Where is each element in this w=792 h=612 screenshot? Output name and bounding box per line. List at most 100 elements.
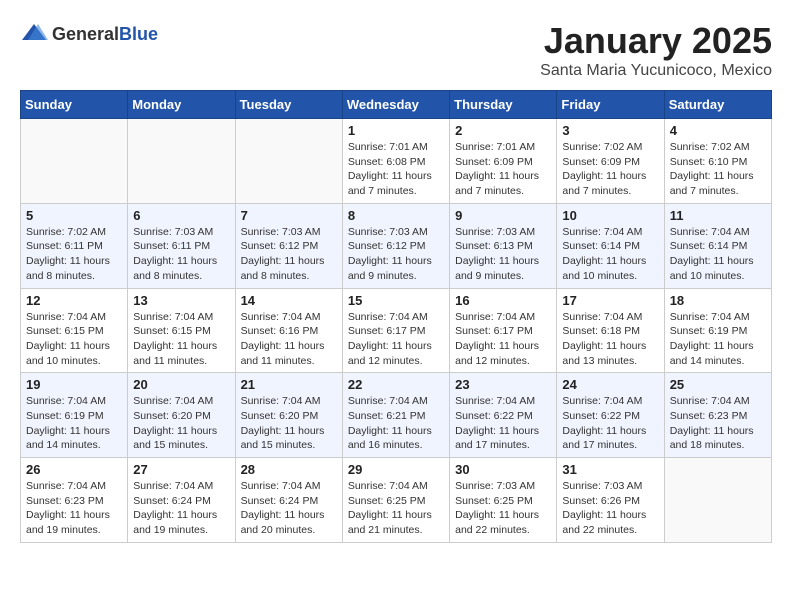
day-info: Sunrise: 7:04 AMSunset: 6:22 PMDaylight:…: [562, 394, 658, 453]
day-info: Sunrise: 7:04 AMSunset: 6:14 PMDaylight:…: [562, 225, 658, 284]
day-info: Sunrise: 7:03 AMSunset: 6:25 PMDaylight:…: [455, 479, 551, 538]
weekday-header: Tuesday: [235, 91, 342, 119]
day-info: Sunrise: 7:02 AMSunset: 6:09 PMDaylight:…: [562, 140, 658, 199]
weekday-header: Thursday: [450, 91, 557, 119]
calendar-cell: 4Sunrise: 7:02 AMSunset: 6:10 PMDaylight…: [664, 119, 771, 204]
calendar-cell: 29 Sunrise: 7:04 AMSunset: 6:25 PMDayligh…: [342, 458, 449, 543]
calendar-cell: 17 Sunrise: 7:04 AMSunset: 6:18 PMDayligh…: [557, 288, 664, 373]
day-number: 6: [133, 208, 229, 223]
day-info: Sunrise: 7:04 AMSunset: 6:24 PMDaylight:…: [133, 479, 229, 538]
day-info: Sunrise: 7:04 AMSunset: 6:17 PMDaylight:…: [348, 310, 444, 369]
day-info: Sunrise: 7:04 AMSunset: 6:20 PMDaylight:…: [241, 394, 337, 453]
calendar-cell: 14 Sunrise: 7:04 AMSunset: 6:16 PMDayligh…: [235, 288, 342, 373]
day-number: 17: [562, 293, 658, 308]
calendar-cell: 3 Sunrise: 7:02 AMSunset: 6:09 PMDaylight…: [557, 119, 664, 204]
calendar-cell: 13Sunrise: 7:04 AMSunset: 6:15 PMDayligh…: [128, 288, 235, 373]
weekday-header: Friday: [557, 91, 664, 119]
calendar-cell: 15 Sunrise: 7:04 AMSunset: 6:17 PMDayligh…: [342, 288, 449, 373]
day-info: Sunrise: 7:04 AMSunset: 6:20 PMDaylight:…: [133, 394, 229, 453]
month-title: January 2025: [540, 20, 772, 62]
day-info: Sunrise: 7:04 AMSunset: 6:21 PMDaylight:…: [348, 394, 444, 453]
logo-blue: Blue: [119, 24, 158, 44]
day-number: 28: [241, 462, 337, 477]
day-info: Sunrise: 7:04 AMSunset: 6:18 PMDaylight:…: [562, 310, 658, 369]
calendar-cell: 16 Sunrise: 7:04 AMSunset: 6:17 PMDayligh…: [450, 288, 557, 373]
day-number: 27: [133, 462, 229, 477]
day-number: 7: [241, 208, 337, 223]
day-info: Sunrise: 7:03 AMSunset: 6:13 PMDaylight:…: [455, 225, 551, 284]
calendar-cell: 21Sunrise: 7:04 AMSunset: 6:20 PMDayligh…: [235, 373, 342, 458]
day-number: 3: [562, 123, 658, 138]
calendar-cell: 27 Sunrise: 7:04 AMSunset: 6:24 PMDayligh…: [128, 458, 235, 543]
weekday-header: Sunday: [21, 91, 128, 119]
day-info: Sunrise: 7:01 AMSunset: 6:09 PMDaylight:…: [455, 140, 551, 199]
day-number: 4: [670, 123, 766, 138]
calendar-week-row: 1 Sunrise: 7:01 AMSunset: 6:08 PMDaylight…: [21, 119, 772, 204]
day-number: 18: [670, 293, 766, 308]
day-info: Sunrise: 7:04 AMSunset: 6:17 PMDaylight:…: [455, 310, 551, 369]
calendar-week-row: 5 Sunrise: 7:02 AMSunset: 6:11 PMDaylight…: [21, 203, 772, 288]
day-number: 8: [348, 208, 444, 223]
day-number: 1: [348, 123, 444, 138]
day-number: 2: [455, 123, 551, 138]
calendar-cell: 20 Sunrise: 7:04 AMSunset: 6:20 PMDayligh…: [128, 373, 235, 458]
calendar-cell: [128, 119, 235, 204]
weekday-header: Monday: [128, 91, 235, 119]
title-block: January 2025 Santa Maria Yucunicoco, Mex…: [540, 20, 772, 80]
page-header: GeneralBlue January 2025 Santa Maria Yuc…: [20, 20, 772, 80]
calendar-cell: 24 Sunrise: 7:04 AMSunset: 6:22 PMDayligh…: [557, 373, 664, 458]
day-info: Sunrise: 7:04 AMSunset: 6:25 PMDaylight:…: [348, 479, 444, 538]
day-info: Sunrise: 7:03 AMSunset: 6:12 PMDaylight:…: [241, 225, 337, 284]
calendar-cell: 26Sunrise: 7:04 AMSunset: 6:23 PMDayligh…: [21, 458, 128, 543]
day-info: Sunrise: 7:04 AMSunset: 6:15 PMDaylight:…: [26, 310, 122, 369]
day-number: 29: [348, 462, 444, 477]
day-info: Sunrise: 7:02 AMSunset: 6:11 PMDaylight:…: [26, 225, 122, 284]
calendar-table: SundayMondayTuesdayWednesdayThursdayFrid…: [20, 90, 772, 543]
calendar-cell: 12 Sunrise: 7:04 AMSunset: 6:15 PMDayligh…: [21, 288, 128, 373]
calendar-cell: 23Sunrise: 7:04 AMSunset: 6:22 PMDayligh…: [450, 373, 557, 458]
calendar-cell: 30 Sunrise: 7:03 AMSunset: 6:25 PMDayligh…: [450, 458, 557, 543]
calendar-cell: [21, 119, 128, 204]
day-info: Sunrise: 7:04 AMSunset: 6:23 PMDaylight:…: [26, 479, 122, 538]
calendar-week-row: 26Sunrise: 7:04 AMSunset: 6:23 PMDayligh…: [21, 458, 772, 543]
day-number: 15: [348, 293, 444, 308]
day-number: 12: [26, 293, 122, 308]
logo: GeneralBlue: [20, 20, 158, 48]
calendar-cell: 8 Sunrise: 7:03 AMSunset: 6:12 PMDaylight…: [342, 203, 449, 288]
day-info: Sunrise: 7:01 AMSunset: 6:08 PMDaylight:…: [348, 140, 444, 199]
day-info: Sunrise: 7:04 AMSunset: 6:23 PMDaylight:…: [670, 394, 766, 453]
day-number: 16: [455, 293, 551, 308]
calendar-cell: 2 Sunrise: 7:01 AMSunset: 6:09 PMDaylight…: [450, 119, 557, 204]
day-number: 10: [562, 208, 658, 223]
day-info: Sunrise: 7:04 AMSunset: 6:14 PMDaylight:…: [670, 225, 766, 284]
logo-icon: [20, 20, 48, 48]
day-number: 24: [562, 377, 658, 392]
day-number: 31: [562, 462, 658, 477]
weekday-header-row: SundayMondayTuesdayWednesdayThursdayFrid…: [21, 91, 772, 119]
day-number: 30: [455, 462, 551, 477]
day-number: 20: [133, 377, 229, 392]
day-number: 11: [670, 208, 766, 223]
day-number: 5: [26, 208, 122, 223]
day-number: 13: [133, 293, 229, 308]
day-number: 22: [348, 377, 444, 392]
day-number: 25: [670, 377, 766, 392]
calendar-cell: 6 Sunrise: 7:03 AMSunset: 6:11 PMDaylight…: [128, 203, 235, 288]
day-info: Sunrise: 7:04 AMSunset: 6:19 PMDaylight:…: [670, 310, 766, 369]
day-info: Sunrise: 7:03 AMSunset: 6:12 PMDaylight:…: [348, 225, 444, 284]
day-number: 9: [455, 208, 551, 223]
day-info: Sunrise: 7:04 AMSunset: 6:22 PMDaylight:…: [455, 394, 551, 453]
weekday-header: Wednesday: [342, 91, 449, 119]
location-title: Santa Maria Yucunicoco, Mexico: [540, 62, 772, 80]
calendar-cell: 10 Sunrise: 7:04 AMSunset: 6:14 PMDayligh…: [557, 203, 664, 288]
day-number: 19: [26, 377, 122, 392]
day-info: Sunrise: 7:04 AMSunset: 6:16 PMDaylight:…: [241, 310, 337, 369]
day-info: Sunrise: 7:04 AMSunset: 6:19 PMDaylight:…: [26, 394, 122, 453]
day-number: 14: [241, 293, 337, 308]
calendar-cell: 25 Sunrise: 7:04 AMSunset: 6:23 PMDayligh…: [664, 373, 771, 458]
day-info: Sunrise: 7:03 AMSunset: 6:11 PMDaylight:…: [133, 225, 229, 284]
day-info: Sunrise: 7:04 AMSunset: 6:24 PMDaylight:…: [241, 479, 337, 538]
calendar-cell: 7 Sunrise: 7:03 AMSunset: 6:12 PMDaylight…: [235, 203, 342, 288]
day-info: Sunrise: 7:03 AMSunset: 6:26 PMDaylight:…: [562, 479, 658, 538]
calendar-cell: 1 Sunrise: 7:01 AMSunset: 6:08 PMDaylight…: [342, 119, 449, 204]
